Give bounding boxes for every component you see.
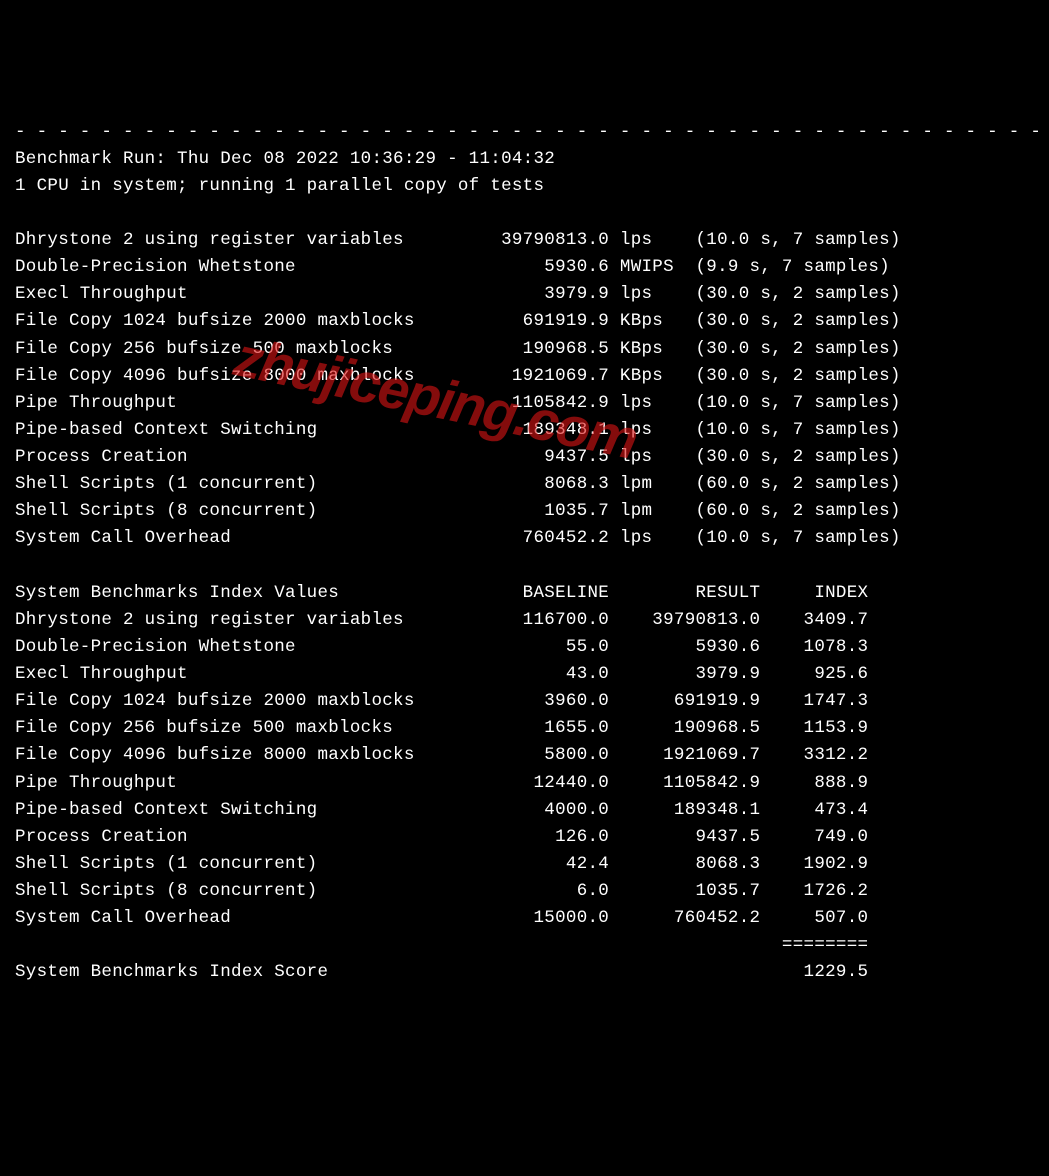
index-row-line: Process Creation 126.0 9437.5 749.0: [15, 824, 1034, 851]
index-header-line: System Benchmarks Index Values BASELINE …: [15, 580, 1034, 607]
index-row-line: Shell Scripts (8 concurrent) 6.0 1035.7 …: [15, 878, 1034, 905]
test-result-line: Dhrystone 2 using register variables 397…: [15, 227, 1034, 254]
test-result-line: Pipe Throughput 1105842.9 lps (10.0 s, 7…: [15, 390, 1034, 417]
index-underline: ========: [15, 932, 1034, 959]
index-row-line: Shell Scripts (1 concurrent) 42.4 8068.3…: [15, 851, 1034, 878]
index-row-line: Double-Precision Whetstone 55.0 5930.6 1…: [15, 634, 1034, 661]
test-result-line: Process Creation 9437.5 lps (30.0 s, 2 s…: [15, 444, 1034, 471]
index-row-line: Pipe Throughput 12440.0 1105842.9 888.9: [15, 770, 1034, 797]
separator-line: - - - - - - - - - - - - - - - - - - - - …: [15, 119, 1034, 146]
cpu-info-line: 1 CPU in system; running 1 parallel copy…: [15, 173, 1034, 200]
test-result-line: Shell Scripts (1 concurrent) 8068.3 lpm …: [15, 471, 1034, 498]
blank-line: [15, 553, 1034, 580]
test-result-line: Pipe-based Context Switching 189348.1 lp…: [15, 417, 1034, 444]
index-row-line: Pipe-based Context Switching 4000.0 1893…: [15, 797, 1034, 824]
index-row-line: Dhrystone 2 using register variables 116…: [15, 607, 1034, 634]
benchmark-run-line: Benchmark Run: Thu Dec 08 2022 10:36:29 …: [15, 146, 1034, 173]
index-row-line: Execl Throughput 43.0 3979.9 925.6: [15, 661, 1034, 688]
test-result-line: File Copy 256 bufsize 500 maxblocks 1909…: [15, 336, 1034, 363]
test-result-line: File Copy 4096 bufsize 8000 maxblocks 19…: [15, 363, 1034, 390]
index-row-line: File Copy 256 bufsize 500 maxblocks 1655…: [15, 715, 1034, 742]
test-result-line: System Call Overhead 760452.2 lps (10.0 …: [15, 525, 1034, 552]
index-row-line: File Copy 4096 bufsize 8000 maxblocks 58…: [15, 742, 1034, 769]
terminal-output: - - - - - - - - - - - - - - - - - - - - …: [15, 119, 1034, 987]
test-result-line: Double-Precision Whetstone 5930.6 MWIPS …: [15, 254, 1034, 281]
score-line: System Benchmarks Index Score 1229.5: [15, 959, 1034, 986]
test-result-line: File Copy 1024 bufsize 2000 maxblocks 69…: [15, 308, 1034, 335]
index-row-line: System Call Overhead 15000.0 760452.2 50…: [15, 905, 1034, 932]
test-result-line: Execl Throughput 3979.9 lps (30.0 s, 2 s…: [15, 281, 1034, 308]
test-result-line: Shell Scripts (8 concurrent) 1035.7 lpm …: [15, 498, 1034, 525]
blank-line: [15, 200, 1034, 227]
index-row-line: File Copy 1024 bufsize 2000 maxblocks 39…: [15, 688, 1034, 715]
